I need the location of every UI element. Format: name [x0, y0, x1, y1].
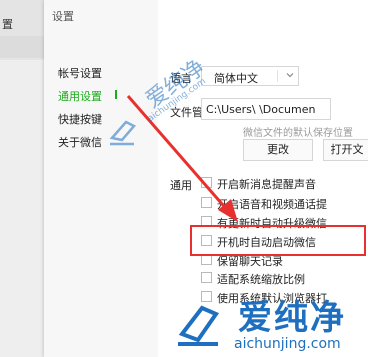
general-section-label: 通用 [170, 179, 192, 192]
option-label: 开机时自动启动微信 [217, 236, 316, 249]
background-app-strip: 置 [0, 0, 44, 357]
file-path-hint: 微信文件的默认保存位置 [243, 128, 353, 139]
option-label: 有更新时自动升级微信 [217, 217, 327, 230]
background-app-row[interactable] [0, 36, 44, 58]
settings-sidebar: 设置 帐号设置 通用设置 快捷按键 关于微信 [44, 0, 158, 357]
file-path-value: C:\Users\ \Documen [206, 103, 316, 116]
sidebar-item-general[interactable]: 通用设置 [58, 88, 102, 104]
option-auto-start[interactable]: 开机时自动启动微信 [201, 234, 361, 249]
watermark-logo-icon-large [178, 305, 220, 346]
checkbox[interactable] [201, 254, 212, 265]
checkbox[interactable] [201, 216, 212, 227]
option-system-scaling[interactable]: 适配系统缩放比例 [201, 271, 361, 286]
option-label: 保留聊天记录 [217, 255, 283, 268]
checkbox[interactable] [201, 272, 212, 283]
option-new-message-sound[interactable]: 开启新消息提醒声音 [201, 176, 361, 191]
option-call-alert[interactable]: 开启语音和视频通话提 [201, 196, 361, 211]
watermark-url-large: aichunjing.com [234, 336, 341, 352]
sidebar-item-shortcuts[interactable]: 快捷按键 [58, 111, 102, 127]
sidebar-item-about[interactable]: 关于微信 [58, 134, 102, 150]
watermark-logo-icon [109, 120, 136, 146]
option-label: 开启新消息提醒声音 [217, 178, 316, 191]
watermark-brand-large: 爱纯净 [238, 298, 346, 338]
background-app-text: 置 [2, 18, 13, 31]
sidebar-active-marker [115, 90, 117, 99]
select-divider [277, 70, 278, 82]
language-select-value: 简体中文 [214, 72, 258, 85]
option-label: 开启语音和视频通话提 [217, 198, 327, 211]
checkbox[interactable] [201, 197, 212, 208]
sidebar-item-account[interactable]: 帐号设置 [58, 65, 102, 81]
window-title: 设置 [52, 10, 74, 23]
option-keep-chat-history[interactable]: 保留聊天记录 [201, 253, 361, 268]
option-label: 适配系统缩放比例 [217, 273, 305, 286]
language-select[interactable]: 简体中文 [201, 66, 299, 86]
option-auto-update[interactable]: 有更新时自动升级微信 [201, 215, 361, 230]
file-path-field[interactable]: C:\Users\ \Documen [201, 98, 331, 120]
chevron-down-icon [286, 73, 294, 78]
change-button[interactable]: 更改 [243, 139, 313, 161]
checkbox[interactable] [201, 235, 212, 246]
open-folder-button[interactable]: 打开文 [323, 139, 368, 161]
checkbox[interactable] [201, 177, 212, 188]
screenshot-root: 置 设置 帐号设置 通用设置 快捷按键 关于微信 语言 简体中文 文件管理 C:… [0, 0, 368, 357]
